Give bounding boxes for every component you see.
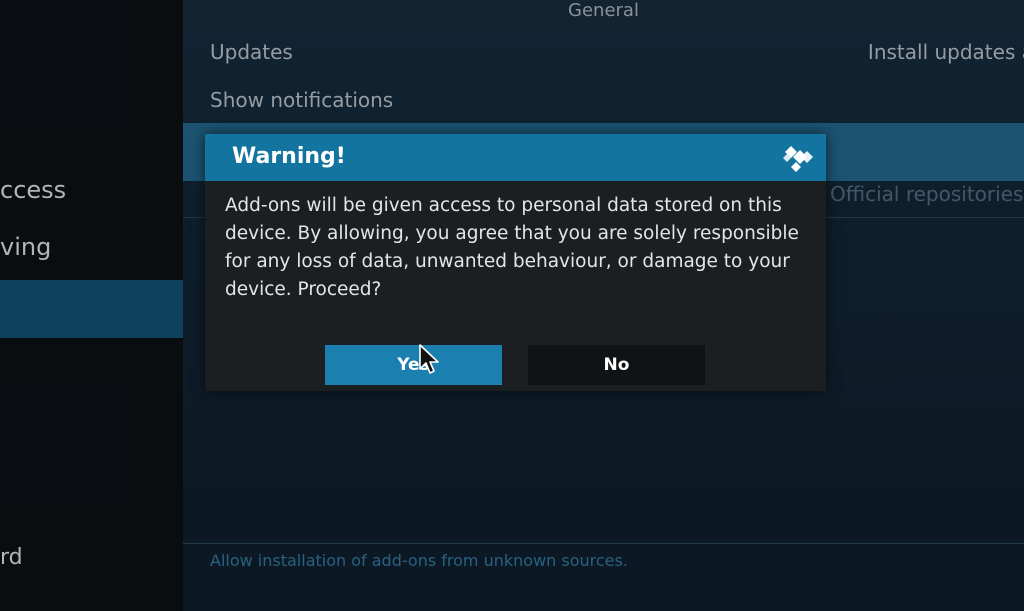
dialog-message: Add-ons will be given access to personal… bbox=[225, 195, 799, 300]
no-button[interactable]: No bbox=[528, 345, 705, 385]
kodi-logo-icon bbox=[783, 146, 813, 172]
dialog-title: Warning! bbox=[232, 144, 346, 169]
kodi-screen: ccess ving rd General Updates Install up… bbox=[0, 0, 1024, 611]
warning-dialog: Warning! Add-ons will be given access to… bbox=[205, 134, 826, 391]
yes-button[interactable]: Yes bbox=[325, 345, 502, 385]
dialog-header: Warning! bbox=[205, 134, 826, 181]
